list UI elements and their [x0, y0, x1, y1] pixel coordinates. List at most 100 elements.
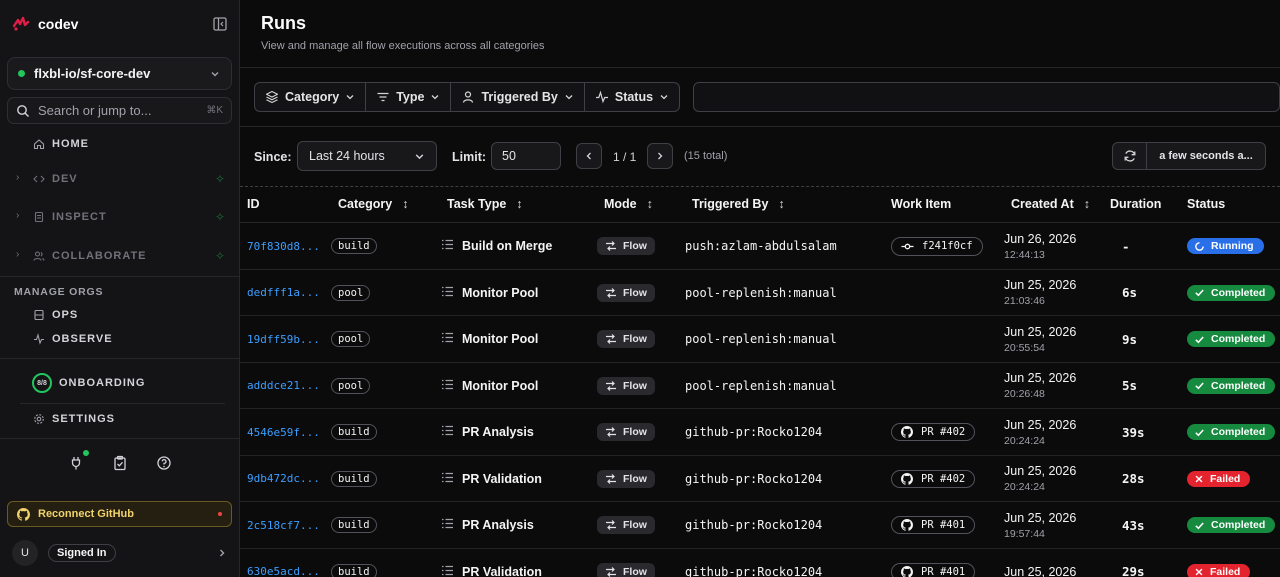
table-row[interactable]: 19dff59b... pool Monitor Pool Flow pool-repl… — [240, 316, 1280, 363]
chevron-right-icon[interactable]: › — [16, 172, 19, 183]
work-item-badge[interactable]: f241f0cf — [891, 236, 983, 256]
run-id-link[interactable]: 630e5acd... — [247, 565, 320, 577]
work-item-badge[interactable]: PR #402 — [891, 423, 976, 441]
filter-search-input[interactable] — [693, 82, 1280, 112]
refresh-button[interactable]: a few seconds a... — [1112, 142, 1266, 170]
nav-group-dev[interactable]: DEV — [32, 172, 78, 186]
list-icon — [441, 331, 454, 347]
task-type: Monitor Pool — [462, 285, 539, 300]
work-item-badge[interactable]: PR #402 — [891, 469, 976, 488]
table-row[interactable]: 2c518cf7... build PR Analysis Flow github-pr… — [240, 502, 1280, 549]
column-id[interactable]: ID — [247, 197, 260, 211]
nav-observe[interactable]: OBSERVE — [32, 332, 113, 346]
task-type: PR Validation — [462, 564, 542, 577]
chevron-down-icon — [415, 153, 424, 159]
project-status-dot — [18, 70, 25, 77]
filter-icon — [377, 92, 389, 102]
chevron-down-icon — [660, 95, 668, 100]
page-indicator: 1 / 1 — [613, 150, 637, 164]
nav-group-collaborate[interactable]: COLLABORATE — [32, 249, 147, 263]
limit-input[interactable] — [491, 142, 561, 170]
work-item-badge[interactable]: PR #401 — [891, 562, 976, 577]
run-id-link[interactable]: 70f830d8... — [247, 240, 320, 253]
sidebar-divider — [0, 358, 239, 359]
mode-badge: Flow — [597, 469, 655, 488]
run-id-link[interactable]: dedfff1a... — [247, 286, 320, 299]
reconnect-github-label: Reconnect GitHub — [38, 508, 134, 520]
filter-status-button[interactable]: Status — [585, 83, 679, 111]
table-row[interactable]: dedfff1a... pool Monitor Pool Flow pool-repl… — [240, 270, 1280, 316]
prev-page-button[interactable] — [576, 143, 602, 169]
list-icon — [441, 424, 454, 440]
nav-group-inspect[interactable]: INSPECT — [32, 210, 107, 224]
status-label: Running — [1211, 240, 1254, 252]
status-badge: Running — [1187, 238, 1264, 254]
column-duration[interactable]: Duration — [1110, 197, 1161, 211]
run-id-link[interactable]: 2c518cf7... — [247, 519, 320, 532]
column-status[interactable]: Status — [1187, 197, 1225, 211]
help-icon[interactable] — [156, 455, 172, 471]
column-category-label: Category — [338, 197, 393, 211]
nav-settings[interactable]: SETTINGS — [32, 412, 115, 426]
column-task-type[interactable]: Task Type ↕ — [447, 197, 523, 211]
mode-badge: Flow — [597, 283, 655, 302]
clipboard-check-icon[interactable] — [112, 455, 128, 471]
nav-onboarding[interactable]: 8/8 ONBOARDING — [32, 373, 145, 393]
reconnect-github-button[interactable]: Reconnect GitHub — [7, 501, 232, 527]
triggered-by: github-pr:Rocko1204 — [685, 518, 823, 532]
triggered-by: github-pr:Rocko1204 — [685, 564, 823, 577]
work-item-badge[interactable]: PR #401 — [891, 516, 976, 534]
table-row[interactable]: 4546e59f... build PR Analysis Flow github-pr… — [240, 409, 1280, 456]
created-time: 20:24:24 — [1004, 481, 1045, 493]
sidebar-search[interactable]: Search or jump to... ⌘K — [7, 97, 232, 124]
next-page-button[interactable] — [647, 143, 673, 169]
run-id-link[interactable]: 4546e59f... — [247, 426, 320, 439]
run-id-link[interactable]: 19dff59b... — [247, 333, 320, 346]
sort-icon: ↕ — [778, 197, 785, 211]
last-refreshed: a few seconds a... — [1159, 150, 1253, 162]
column-duration-label: Duration — [1110, 197, 1162, 211]
filter-category-button[interactable]: Category — [255, 83, 367, 111]
nav-group-inspect-label: INSPECT — [52, 211, 107, 223]
chevron-down-icon — [346, 95, 354, 100]
plug-icon[interactable] — [68, 450, 89, 471]
task-type: Monitor Pool — [462, 332, 539, 346]
app-logo[interactable]: codev — [12, 16, 78, 32]
user-menu[interactable]: U Signed In — [12, 540, 228, 566]
mode-label: Flow — [623, 519, 647, 531]
table-row[interactable]: 630e5acd... build PR Validation Flow github-… — [240, 549, 1280, 577]
column-triggered-by-label: Triggered By — [692, 197, 769, 211]
sparkle-icon: ✧ — [214, 210, 225, 224]
filter-triggered-by-button[interactable]: Triggered By — [451, 83, 585, 111]
table-row[interactable]: 70f830d8... build Build on Merge Flow push:a… — [240, 223, 1280, 270]
task-type: Build on Merge — [462, 239, 553, 253]
nav-ops[interactable]: OPS — [32, 308, 78, 322]
column-triggered-by[interactable]: Triggered By ↕ — [692, 197, 785, 211]
run-id-link[interactable]: adddce21... — [247, 379, 320, 392]
duration: 29s — [1122, 564, 1145, 577]
table-row[interactable]: 9db472dc... build PR Validation Flow github-… — [240, 456, 1280, 502]
github-icon — [17, 507, 30, 521]
gear-icon — [32, 412, 46, 426]
column-work-item[interactable]: Work Item — [891, 197, 951, 211]
filter-bar: Category Type Triggered By Status — [254, 82, 681, 112]
completed-status-icon — [1194, 287, 1205, 298]
table-row[interactable]: adddce21... pool Monitor Pool Flow pool-repl… — [240, 363, 1280, 409]
duration: 43s — [1122, 517, 1145, 533]
nav-home[interactable]: HOME — [32, 137, 89, 151]
filter-type-button[interactable]: Type — [366, 83, 452, 111]
github-icon — [901, 426, 913, 438]
app-name: codev — [38, 16, 79, 32]
since-select[interactable]: Last 24 hours — [297, 141, 437, 171]
column-mode[interactable]: Mode ↕ — [604, 197, 653, 211]
completed-status-icon — [1194, 427, 1205, 438]
chevron-right-icon[interactable]: › — [16, 210, 19, 221]
chevron-right-icon[interactable]: › — [16, 249, 19, 260]
project-selector[interactable]: flxbl-io/sf-core-dev — [7, 57, 232, 90]
column-category[interactable]: Category ↕ — [338, 197, 408, 211]
failed-status-icon — [1194, 567, 1204, 577]
column-created-at[interactable]: Created At ↕ — [1011, 197, 1090, 211]
run-id-link[interactable]: 9db472dc... — [247, 472, 320, 485]
sidebar-collapse-icon[interactable] — [212, 16, 228, 32]
filter-type-label: Type — [396, 90, 425, 104]
